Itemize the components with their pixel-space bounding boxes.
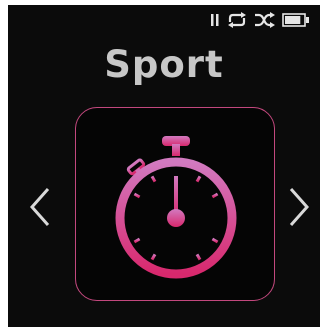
status-bar <box>210 9 310 31</box>
battery-icon <box>282 13 310 27</box>
device-screen: Sport <box>8 5 320 327</box>
shuffle-icon <box>254 12 276 28</box>
stopwatch-tick <box>211 237 219 244</box>
stopwatch-tick <box>150 175 157 183</box>
stopwatch-tick <box>150 253 157 261</box>
pause-icon <box>210 13 220 27</box>
chevron-left-icon <box>29 188 50 226</box>
sport-mode-card[interactable] <box>75 107 275 301</box>
stopwatch-tick <box>195 253 202 261</box>
stopwatch-tick <box>195 175 202 183</box>
stopwatch-tick <box>133 192 141 199</box>
repeat-icon <box>226 12 248 28</box>
battery-level-fill <box>285 16 301 24</box>
stopwatch-tick <box>211 192 219 199</box>
stopwatch-icon <box>115 136 237 279</box>
next-arrow-button[interactable] <box>287 185 311 229</box>
previous-arrow-button[interactable] <box>28 185 52 229</box>
screen-title: Sport <box>104 43 224 86</box>
stopwatch-tick <box>133 237 141 244</box>
chevron-right-icon <box>289 188 310 226</box>
